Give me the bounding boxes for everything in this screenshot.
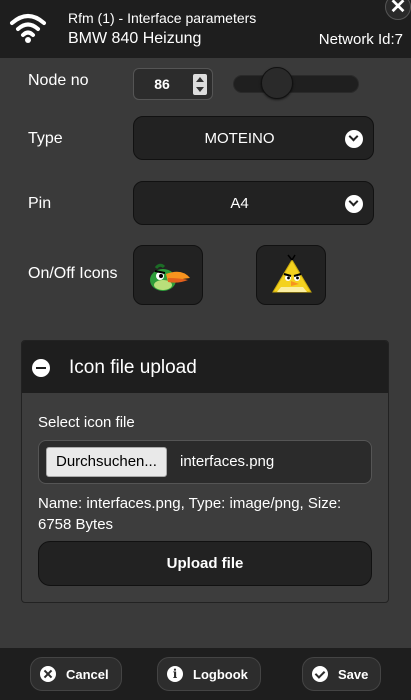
type-select[interactable]: MOTEINO <box>133 116 374 160</box>
pin-select[interactable]: A4 <box>133 181 374 225</box>
on-off-icons-label: On/Off Icons <box>28 265 118 282</box>
upload-file-button[interactable]: Upload file <box>38 541 372 586</box>
node-no-input[interactable] <box>136 72 188 96</box>
cancel-button[interactable]: Cancel <box>30 657 122 691</box>
collapse-icon[interactable] <box>32 359 50 377</box>
node-no-stepper[interactable] <box>133 68 213 100</box>
spin-down-icon[interactable] <box>196 87 204 92</box>
select-file-label: Select icon file <box>38 414 135 431</box>
yellow-bird-icon <box>272 254 312 293</box>
browse-button[interactable]: Durchsuchen... <box>46 447 167 477</box>
green-bird-icon <box>150 263 190 291</box>
node-no-slider-track[interactable] <box>233 75 359 93</box>
file-info: Name: interfaces.png, Type: image/png, S… <box>38 495 342 533</box>
spin-buttons[interactable] <box>193 74 207 95</box>
pin-select-value: A4 <box>230 195 249 212</box>
dialog-footer: Cancel Logbook Save <box>0 648 411 700</box>
close-icon <box>40 666 56 682</box>
close-button[interactable]: ✕ <box>385 0 411 20</box>
node-no-label: Node no <box>28 72 89 89</box>
logbook-label: Logbook <box>193 666 248 682</box>
panel-title: Icon file upload <box>69 357 197 378</box>
on-icon-button[interactable] <box>133 245 203 305</box>
selected-file-name: interfaces.png <box>180 453 275 470</box>
cancel-label: Cancel <box>66 666 109 682</box>
check-icon <box>312 666 328 682</box>
off-icon-button[interactable] <box>256 245 326 305</box>
device-name: BMW 840 Heizung <box>68 30 202 47</box>
save-label: Save <box>338 666 369 682</box>
info-icon <box>167 666 183 682</box>
chevron-down-icon <box>345 195 363 213</box>
pin-label: Pin <box>28 195 52 212</box>
node-no-slider-thumb[interactable] <box>261 67 294 99</box>
wifi-icon <box>10 14 46 43</box>
dialog-header: Rfm (1) - Interface parameters BMW 840 H… <box>0 0 411 58</box>
spin-up-icon[interactable] <box>196 77 204 82</box>
panel-header[interactable]: Icon file upload <box>22 341 388 393</box>
close-icon: ✕ <box>389 0 407 18</box>
logbook-button[interactable]: Logbook <box>157 657 261 691</box>
dialog-title: Rfm (1) - Interface parameters <box>68 10 257 26</box>
icon-upload-panel: Icon file upload Select icon file Durchs… <box>21 340 389 603</box>
network-id: Network Id:7 <box>318 31 403 48</box>
type-label: Type <box>28 130 63 147</box>
chevron-down-icon <box>345 130 363 148</box>
save-button[interactable]: Save <box>302 657 382 691</box>
interface-parameters-dialog: Rfm (1) - Interface parameters BMW 840 H… <box>0 0 411 700</box>
file-input[interactable]: Durchsuchen... interfaces.png <box>38 440 372 484</box>
type-select-value: MOTEINO <box>204 130 275 147</box>
